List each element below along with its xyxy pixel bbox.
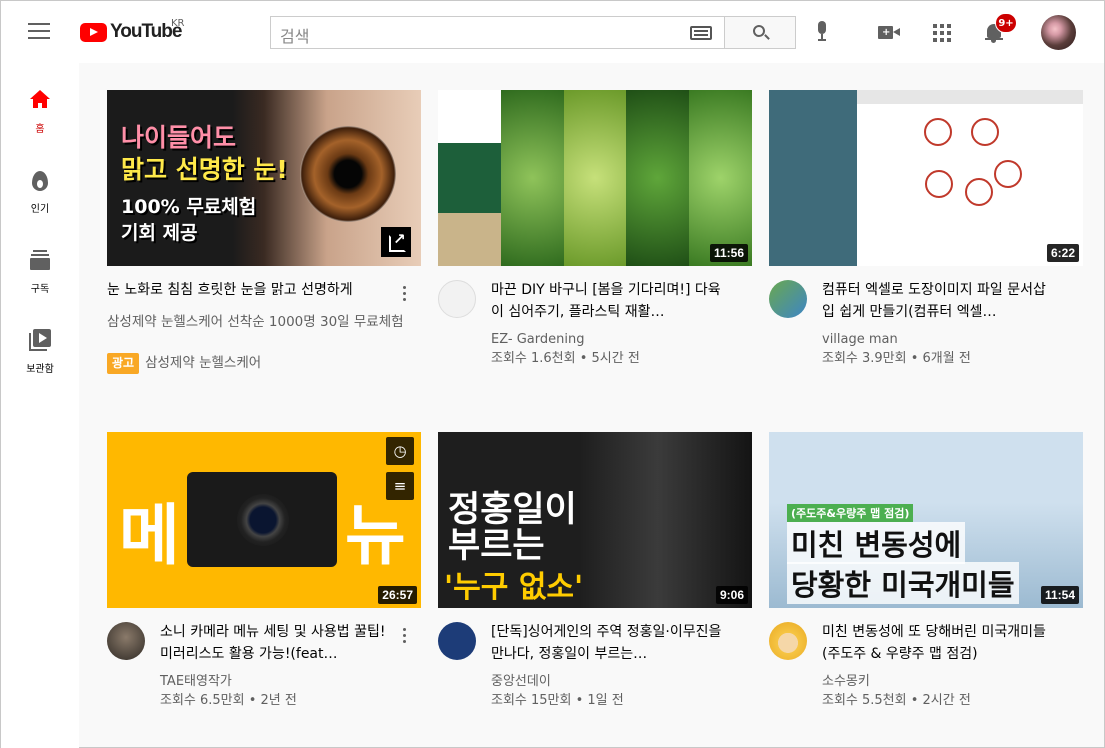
- keyboard-icon[interactable]: [690, 26, 712, 40]
- channel-avatar[interactable]: [769, 622, 807, 660]
- channel-name[interactable]: village man: [822, 330, 898, 349]
- sidebar-item-label: 인기: [30, 204, 50, 215]
- channel-name[interactable]: TAE태영작가: [160, 672, 232, 691]
- thumbnail-text: 당황한 미국개미들: [787, 562, 1019, 604]
- video-title[interactable]: 눈 노화로 침침 흐릿한 눈을 맑고 선명하게: [107, 279, 397, 301]
- search-button[interactable]: [724, 16, 796, 49]
- more-options-icon[interactable]: [403, 628, 407, 644]
- create-video-icon[interactable]: +: [878, 26, 900, 39]
- channel-name[interactable]: 삼성제약 눈헬스케어: [145, 355, 261, 371]
- sidebar-item-subscriptions[interactable]: 구독: [1, 248, 79, 320]
- video-duration: 11:54: [1040, 586, 1079, 604]
- video-duration: 11:56: [709, 244, 748, 262]
- ad-description: 삼성제약 눈헬스케어 선착순 1000명 30일 무료체험: [107, 314, 404, 330]
- apps-grid-icon[interactable]: [933, 24, 951, 42]
- ad-channel-line: 광고 삼성제약 눈헬스케어: [107, 353, 261, 374]
- sidebar-item-label: 구독: [30, 284, 50, 295]
- thumbnail-text: 정홍일이: [448, 490, 577, 530]
- video-thumbnail[interactable]: 메 뉴 ◷ ≡ 26:57: [107, 432, 421, 608]
- youtube-logo[interactable]: YouTube KR: [80, 18, 185, 43]
- notification-count-badge: 9+: [995, 13, 1017, 33]
- sidebar-item-library[interactable]: 보관함: [1, 328, 79, 400]
- subscriptions-icon: [30, 250, 50, 270]
- menu-icon[interactable]: [28, 23, 52, 41]
- account-avatar[interactable]: [1041, 15, 1076, 50]
- video-stats: 조회수 6.5만회 • 2년 전: [160, 693, 297, 708]
- channel-name[interactable]: 중앙선데이: [491, 672, 551, 691]
- thumbnail-text: (주도주&우량주 맵 점검): [787, 504, 914, 522]
- video-thumbnail[interactable]: (주도주&우량주 맵 점검) 미친 변동성에 당황한 미국개미들 11:54: [769, 432, 1083, 608]
- thumbnail-text: 100% 무료체험: [121, 196, 257, 218]
- video-thumbnail[interactable]: 11:56: [438, 90, 752, 266]
- video-thumbnail[interactable]: 나이들어도 맑고 선명한 눈! 100% 무료체험 기회 제공: [107, 90, 421, 266]
- channel-avatar[interactable]: [107, 622, 145, 660]
- external-link-icon[interactable]: [381, 227, 411, 257]
- thumbnail-text: 기회 제공: [121, 222, 198, 244]
- video-thumbnail[interactable]: 6:22: [769, 90, 1083, 266]
- thumbnail-text: '누구 없소': [444, 570, 584, 605]
- video-title[interactable]: 미친 변동성에 또 당해버린 미국개미들(주도주 & 우량주 맵 점검): [822, 621, 1058, 665]
- sidebar-item-trending[interactable]: 인기: [1, 168, 79, 240]
- region-label: KR: [171, 18, 185, 29]
- add-to-queue-icon[interactable]: ≡: [386, 472, 414, 500]
- video-title[interactable]: 소니 카메라 메뉴 세팅 및 사용법 꿀팁! 미러리스도 활용 가능!(feat…: [160, 621, 396, 665]
- video-title[interactable]: 마끈 DIY 바구니 [봄을 기다리며!] 다육이 심어주기, 플라스틱 재활…: [491, 279, 727, 323]
- video-duration: 26:57: [378, 586, 417, 604]
- thumbnail-text: 미친 변동성에: [787, 522, 966, 564]
- channel-name[interactable]: 소수몽키: [822, 672, 870, 691]
- video-stats: 조회수 1.6천회 • 5시간 전: [491, 351, 640, 366]
- more-options-icon[interactable]: [403, 286, 407, 302]
- video-thumbnail[interactable]: 정홍일이 부르는 '누구 없소' 9:06: [438, 432, 752, 608]
- watch-later-icon[interactable]: ◷: [386, 437, 414, 465]
- channel-avatar[interactable]: [438, 622, 476, 660]
- fire-icon: [32, 171, 48, 191]
- video-stats: 조회수 3.9만회 • 6개월 전: [822, 351, 971, 366]
- sidebar-item-home[interactable]: 홈: [1, 88, 79, 160]
- library-icon: [29, 329, 51, 351]
- top-header: YouTube KR 검색 + 9+: [1, 1, 1104, 63]
- thumbnail-text: 부르는: [448, 526, 545, 566]
- video-stats: 조회수 5.5천회 • 2시간 전: [822, 693, 971, 708]
- video-title[interactable]: 컴퓨터 엑셀로 도장이미지 파일 문서삽입 쉽게 만들기(컴퓨터 엑셀…: [822, 279, 1058, 323]
- home-icon: [30, 90, 50, 108]
- channel-name[interactable]: EZ- Gardening: [491, 330, 584, 349]
- microphone-icon[interactable]: [814, 21, 830, 45]
- channel-avatar[interactable]: [769, 280, 807, 318]
- video-title[interactable]: [단독]싱어게인의 주역 정홍일·이무진을 만나다, 정홍일이 부르는…: [491, 621, 727, 665]
- video-duration: 9:06: [715, 586, 748, 604]
- youtube-play-icon: [80, 22, 107, 42]
- ad-badge: 광고: [107, 353, 140, 374]
- sidebar-item-label: 보관함: [26, 364, 54, 375]
- sidebar-item-label: 홈: [35, 124, 45, 135]
- thumbnail-text: 메: [119, 497, 180, 574]
- search-input[interactable]: 검색: [270, 16, 725, 49]
- thumbnail-text: 나이들어도: [121, 123, 237, 152]
- guide-sidebar: 홈 인기 구독 보관함: [1, 63, 79, 748]
- video-stats: 조회수 15만회 • 1일 전: [491, 693, 624, 708]
- thumbnail-text: 맑고 선명한 눈!: [121, 155, 288, 184]
- video-duration: 6:22: [1046, 244, 1079, 262]
- channel-avatar[interactable]: [438, 280, 476, 318]
